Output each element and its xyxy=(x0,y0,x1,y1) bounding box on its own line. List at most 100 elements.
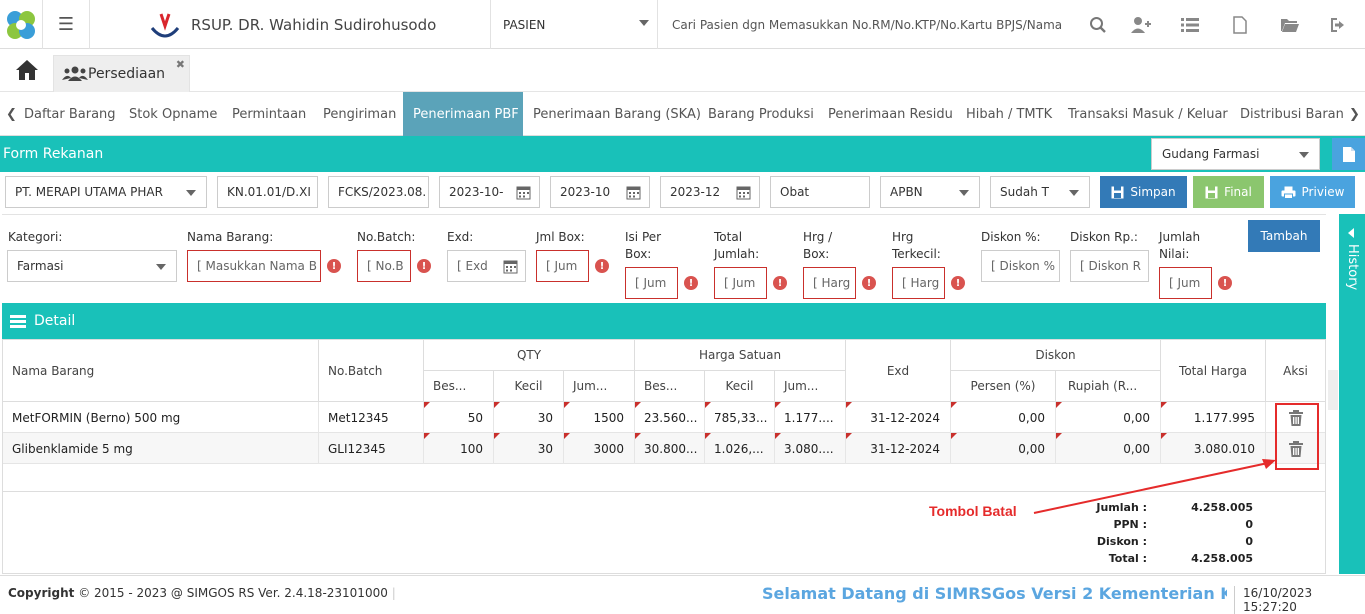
tab-penerimaan-residu[interactable]: Penerimaan Residu xyxy=(828,92,953,136)
sumber-dana-select[interactable]: APBN xyxy=(880,176,980,208)
dirty-marker xyxy=(564,402,570,408)
jumlah-nilai-input[interactable]: [ Jum xyxy=(1159,267,1212,299)
cell-harga-besar: 23.560... xyxy=(635,402,705,433)
cell-exd: 31-12-2024 xyxy=(846,433,951,464)
gudang-select[interactable]: Gudang Farmasi xyxy=(1151,138,1320,170)
col-harga-kecil[interactable]: Kecil xyxy=(705,371,775,402)
jenis-field[interactable]: Obat xyxy=(770,176,870,208)
folder-open-icon[interactable] xyxy=(1277,12,1303,38)
nama-barang-input[interactable]: [ Masukkan Nama B xyxy=(187,250,321,282)
status-select[interactable]: Sudah T xyxy=(990,176,1090,208)
simpan-button[interactable]: Simpan xyxy=(1100,176,1187,208)
date-value-2: 2023-10 xyxy=(560,185,611,199)
document-icon[interactable] xyxy=(1332,138,1365,170)
isi-label-line2: Box: xyxy=(625,247,652,261)
harga-box-label: Hrg / Box: xyxy=(803,229,832,263)
calendar-icon[interactable] xyxy=(626,185,641,203)
jumlah-nilai-label: Jumlah Nilai: xyxy=(1159,229,1200,263)
save-icon xyxy=(1205,186,1218,198)
exd-input[interactable]: [ Exd xyxy=(447,250,526,282)
col-qty-kecil[interactable]: Kecil xyxy=(494,371,564,402)
add-user-icon[interactable] xyxy=(1128,12,1154,38)
cell-qty-besar: 50 xyxy=(424,402,494,433)
history-panel-toggle[interactable]: History xyxy=(1339,214,1365,574)
cell-exd: 31-12-2024 xyxy=(846,402,951,433)
rekanan-select[interactable]: PT. MERAPI UTAMA PHAR xyxy=(5,176,207,208)
tab-distribusi-barang[interactable]: Distribusi Barang xyxy=(1240,92,1343,136)
history-label: History xyxy=(1345,244,1360,291)
dirty-marker xyxy=(635,433,641,439)
col-total-harga[interactable]: Total Harga xyxy=(1161,340,1266,402)
harga-box-input[interactable]: [ Harg xyxy=(803,267,856,299)
tab-hibah-tmtk[interactable]: Hibah / TMTK xyxy=(966,92,1052,136)
final-button[interactable]: Final xyxy=(1193,176,1264,208)
tab-barang-produksi[interactable]: Barang Produksi xyxy=(708,92,814,136)
calendar-icon[interactable] xyxy=(503,259,518,277)
diskon-rupiah-input[interactable]: [ Diskon R xyxy=(1070,250,1149,282)
calendar-icon[interactable] xyxy=(516,185,531,203)
isi-per-box-input[interactable]: [ Jum xyxy=(625,267,678,299)
cell-harga-kecil: 785,33... xyxy=(705,402,775,433)
tab-daftar-barang[interactable]: Daftar Barang xyxy=(24,92,116,136)
dirty-marker xyxy=(846,402,852,408)
col-no-batch[interactable]: No.Batch xyxy=(319,340,424,402)
diskon-persen-input[interactable]: [ Diskon % xyxy=(981,250,1060,282)
close-icon[interactable]: ✖ xyxy=(176,58,185,71)
kategori-select[interactable]: Farmasi xyxy=(7,250,177,282)
chevron-down-icon xyxy=(1299,152,1309,158)
diskon-persen-label: Diskon %: xyxy=(981,230,1041,244)
no-batch-input[interactable]: [ No.B xyxy=(357,250,411,282)
table-row[interactable]: MetFORMIN (Berno) 500 mg Met12345 50 30 … xyxy=(3,402,1325,433)
total-jumlah-label: Total Jumlah: xyxy=(714,229,759,263)
tab-transaksi-masuk-keluar[interactable]: Transaksi Masuk / Keluar xyxy=(1068,92,1228,136)
tab-penerimaan-pbf[interactable]: Penerimaan PBF xyxy=(403,92,523,136)
col-exd[interactable]: Exd xyxy=(846,340,951,402)
chevron-down-icon xyxy=(959,190,969,196)
app-logo[interactable] xyxy=(0,0,42,49)
col-qty-jumlah[interactable]: Jum... xyxy=(564,371,635,402)
no-dokumen-field[interactable]: FCKS/2023.08. xyxy=(328,176,429,208)
sumber-dana-value: APBN xyxy=(890,185,923,199)
error-icon: ! xyxy=(951,276,965,290)
tabs-scroll-right-icon[interactable]: ❯ xyxy=(1349,92,1360,136)
pdf-file-icon[interactable] xyxy=(1227,12,1253,38)
tambah-button[interactable]: Tambah xyxy=(1248,220,1320,252)
col-nama-barang[interactable]: Nama Barang xyxy=(3,340,319,402)
error-icon: ! xyxy=(862,276,876,290)
date-field-2[interactable]: 2023-10 xyxy=(550,176,650,208)
no-faktur-field[interactable]: KN.01.01/D.XI xyxy=(217,176,318,208)
hamburger-menu-icon[interactable]: ☰ xyxy=(42,0,90,49)
sign-out-icon[interactable] xyxy=(1326,12,1352,38)
search-icon[interactable] xyxy=(1085,12,1111,38)
jml-box-label: Jml Box: xyxy=(536,230,585,244)
tabs-scroll-left-icon[interactable]: ❮ xyxy=(6,92,17,136)
panel-collapse-handle[interactable] xyxy=(1328,370,1338,410)
tab-persediaan[interactable]: Persediaan ✖ xyxy=(53,55,190,92)
col-diskon-persen[interactable]: Persen (%) xyxy=(951,371,1056,402)
tab-stok-opname[interactable]: Stok Opname xyxy=(129,92,217,136)
calendar-icon[interactable] xyxy=(736,185,751,203)
jml-box-input[interactable]: [ Jum xyxy=(536,250,589,282)
date-field-3[interactable]: 2023-12 xyxy=(660,176,760,208)
patient-search-input[interactable]: Cari Pasien dgn Memasukkan No.RM/No.KTP/… xyxy=(672,18,1062,32)
preview-button[interactable]: Priview xyxy=(1270,176,1355,208)
col-qty-besar[interactable]: Bes... xyxy=(424,371,494,402)
date-field-1[interactable]: 2023-10- xyxy=(439,176,540,208)
tab-penerimaan-barang-ska[interactable]: Penerimaan Barang (SKA) xyxy=(533,92,701,136)
kategori-label: Kategori: xyxy=(8,230,63,244)
harga-terkecil-input[interactable]: [ Harg xyxy=(892,267,945,299)
cell-total-harga: 1.177.995 xyxy=(1161,402,1266,433)
col-harga-besar[interactable]: Bes... xyxy=(635,371,705,402)
dirty-marker xyxy=(424,433,430,439)
cell-diskon-rupiah: 0,00 xyxy=(1056,402,1161,433)
home-icon[interactable] xyxy=(15,59,43,85)
datetime: 16/10/2023 15:27:20 xyxy=(1234,586,1365,614)
tab-permintaan[interactable]: Permintaan xyxy=(232,92,306,136)
total-jumlah-input[interactable]: [ Jum xyxy=(714,267,767,299)
col-harga-jumlah[interactable]: Jum... xyxy=(775,371,846,402)
patient-type-select[interactable]: PASIEN xyxy=(490,0,658,49)
tab-pengiriman[interactable]: Pengiriman xyxy=(323,92,396,136)
dirty-marker xyxy=(1161,402,1167,408)
list-icon[interactable] xyxy=(1177,12,1203,38)
col-diskon-rupiah[interactable]: Rupiah (R... xyxy=(1056,371,1161,402)
